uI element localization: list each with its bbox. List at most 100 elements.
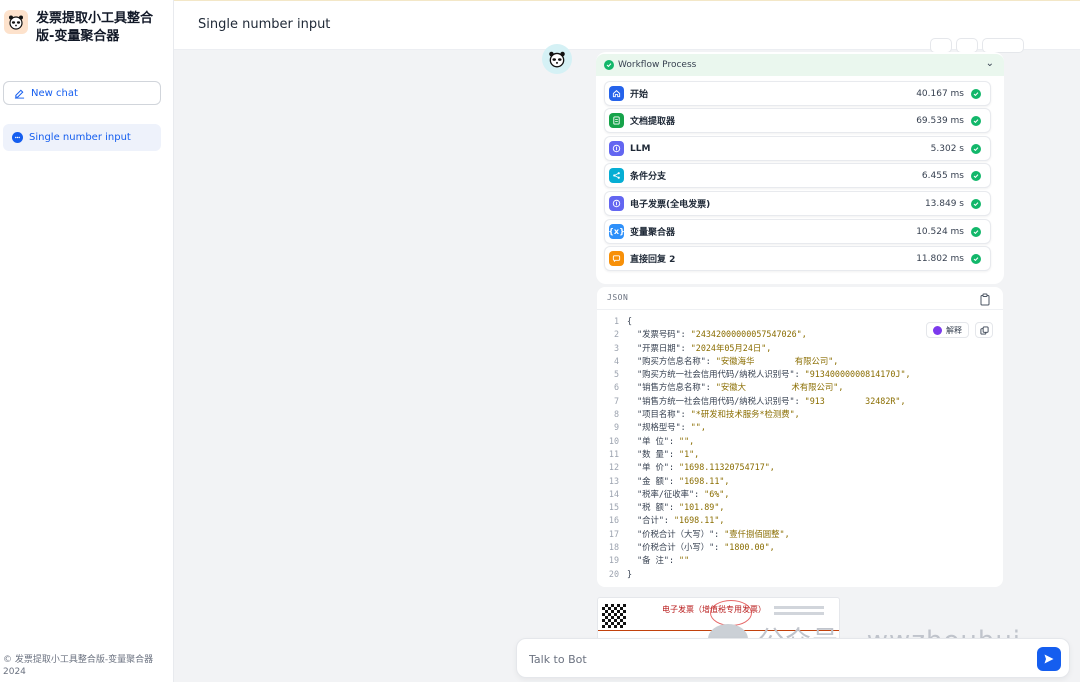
message-action-button[interactable] (930, 38, 952, 53)
success-check-icon (971, 89, 981, 99)
line-number: 8 (613, 409, 619, 420)
code-line: 9 "规格型号": "", (597, 421, 1003, 434)
line-number: 15 (608, 502, 619, 513)
line-number: 20 (608, 568, 619, 579)
code-text: "单 位": "", (627, 435, 695, 446)
code-text: "价税合计（小写）": "1800.00", (627, 542, 775, 553)
code-text: "合计": "1698.11", (627, 515, 725, 526)
workflow-step[interactable]: 开始 40.167 ms (604, 81, 991, 106)
line-number: 14 (608, 488, 619, 499)
code-text: "金 额": "1698.11", (627, 475, 730, 486)
line-number: 12 (608, 462, 619, 473)
json-label: JSON (607, 293, 629, 302)
bot-avatar (542, 44, 572, 74)
code-text: "发票号码": "24342000000057547026", (627, 329, 807, 340)
code-text: "销售方统一社会信用代码/纳税人识别号": "913 32482R", (627, 395, 906, 406)
workflow-step-time: 6.455 ms (921, 171, 964, 181)
workflow-step-time: 11.802 ms (916, 254, 964, 264)
line-number: 9 (613, 422, 619, 433)
chevron-down-icon[interactable]: ⌄ (986, 58, 994, 69)
variable-icon: {x} (608, 224, 625, 239)
code-text: { (627, 316, 633, 326)
success-check-icon (971, 227, 981, 237)
code-line: 20} (597, 568, 1003, 581)
code-line: 10 "单 位": "", (597, 435, 1003, 448)
explain-label: 解释 (946, 325, 962, 335)
line-number: 6 (613, 382, 619, 393)
workflow-step-name: 条件分支 (630, 172, 667, 182)
code-line: 13 "金 额": "1698.11", (597, 475, 1003, 488)
success-check-icon (971, 254, 981, 264)
conversation-label: Single number input (29, 132, 131, 143)
code-line: 6 "销售方信息名称": "安徽大 术有限公司", (597, 381, 1003, 394)
workflow-step-time: 69.539 ms (916, 116, 964, 126)
workflow-step[interactable]: LLM 5.302 s (604, 136, 991, 161)
code-line: 18 "价税合计（小写）": "1800.00", (597, 541, 1003, 554)
code-text: "购买方信息名称": "安徽海华 有限公司", (627, 355, 839, 366)
llm-icon (609, 196, 624, 211)
line-number: 13 (608, 475, 619, 486)
code-text: } (627, 568, 633, 579)
workflow-step-name: 电子发票(全电发票) (630, 200, 711, 210)
code-line: 8 "项目名称": "*研发和技术服务*检测费", (597, 408, 1003, 421)
line-number: 16 (608, 515, 619, 526)
workflow-step[interactable]: {x} 变量聚合器 10.524 ms (604, 219, 991, 244)
line-number: 7 (613, 395, 619, 406)
divider (597, 309, 1003, 310)
workflow-step-time: 13.849 s (924, 199, 964, 209)
message-action-button[interactable] (956, 38, 978, 53)
chat-input[interactable] (529, 649, 1009, 669)
sidebar: 发票提取小工具整合版-变量聚合器 New chat Single number … (0, 0, 174, 682)
app-title: 发票提取小工具整合版-变量聚合器 (36, 11, 154, 44)
branch-icon (609, 168, 624, 183)
reply-icon (609, 251, 624, 266)
new-chat-label: New chat (31, 87, 78, 99)
workflow-step-name: 直接回复 2 (630, 255, 676, 265)
line-number: 2 (613, 329, 619, 340)
clipboard-icon[interactable] (979, 291, 991, 310)
line-number: 4 (613, 355, 619, 366)
workflow-header[interactable]: Workflow Process ⌄ (596, 54, 1004, 76)
workflow-step-name: 变量聚合器 (630, 228, 676, 238)
code-text: "规格型号": "", (627, 422, 706, 433)
success-check-icon (971, 144, 981, 154)
invoice-title: 电子发票（增值税专用发票） (662, 605, 766, 614)
send-icon (1044, 654, 1054, 664)
page-title: Single number input (198, 17, 331, 32)
explain-button[interactable]: 解释 (926, 322, 969, 338)
workflow-step[interactable]: 直接回复 2 11.802 ms (604, 246, 991, 271)
message-action-button[interactable] (982, 38, 1024, 53)
qr-code-icon (602, 604, 626, 628)
code-line: 4 "购买方信息名称": "安徽海华 有限公司", (597, 355, 1003, 368)
workflow-step-name: 文档提取器 (630, 117, 676, 127)
code-text: "购买方统一社会信用代码/纳税人识别号": "91340000000814170… (627, 369, 911, 380)
json-code[interactable]: 1 {2 "发票号码": "24342000000057547026", 3 "开票… (597, 315, 1003, 581)
home-icon (609, 86, 624, 101)
workflow-panel: Workflow Process ⌄ 开始 40.167 ms 文档提取器 69… (596, 52, 1004, 284)
workflow-step-time: 40.167 ms (916, 89, 964, 99)
workflow-step-time: 5.302 s (930, 144, 964, 154)
workflow-step-name: 开始 (630, 90, 649, 100)
line-number: 5 (613, 369, 619, 380)
workflow-step[interactable]: 电子发票(全电发票) 13.849 s (604, 191, 991, 216)
conversation-item[interactable]: Single number input (3, 124, 161, 151)
line-number: 19 (608, 555, 619, 566)
new-chat-button[interactable]: New chat (3, 81, 161, 105)
code-line: 15 "税 额": "101.89", (597, 501, 1003, 514)
send-button[interactable] (1037, 647, 1061, 671)
app-logo-icon (4, 10, 28, 34)
copy-button[interactable] (975, 322, 993, 338)
workflow-step-time: 10.524 ms (916, 227, 964, 237)
message-actions (930, 38, 1024, 53)
line-number: 18 (608, 542, 619, 553)
code-text: "税 额": "101.89", (627, 502, 725, 513)
sparkle-icon (933, 325, 942, 335)
document-icon (609, 113, 624, 128)
workflow-step[interactable]: 文档提取器 69.539 ms (604, 108, 991, 133)
workflow-step[interactable]: 条件分支 6.455 ms (604, 163, 991, 188)
code-line: 5 "购买方统一社会信用代码/纳税人识别号": "913400000008141… (597, 368, 1003, 381)
line-number: 17 (608, 528, 619, 539)
line-number: 11 (608, 448, 619, 459)
chat-bubble-icon (12, 132, 23, 143)
workflow-title: Workflow Process (618, 60, 697, 70)
